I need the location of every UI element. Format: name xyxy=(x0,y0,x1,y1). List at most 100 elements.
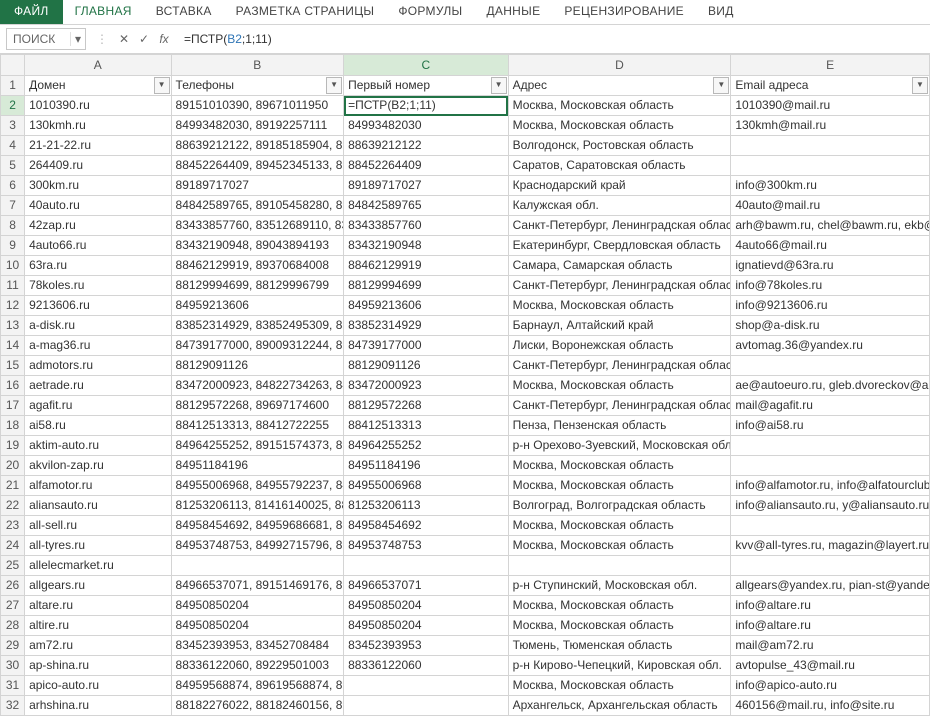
cell[interactable]: 88129994699 xyxy=(344,276,509,296)
cell[interactable]: Санкт-Петербург, Ленинградская облас xyxy=(508,276,731,296)
cell[interactable]: Самара, Самарская область xyxy=(508,256,731,276)
cell[interactable]: a-mag36.ru xyxy=(25,336,171,356)
col-header-d[interactable]: D xyxy=(508,55,731,76)
row-header[interactable]: 20 xyxy=(1,456,25,476)
cell[interactable]: Санкт-Петербург, Ленинградская облас xyxy=(508,356,731,376)
row-header[interactable]: 27 xyxy=(1,596,25,616)
cell[interactable]: allgears@yandex.ru, pian-st@yandex.r xyxy=(731,576,930,596)
cell[interactable]: 84950850204 xyxy=(171,616,344,636)
cell[interactable]: Волгоград, Волгоградская область xyxy=(508,496,731,516)
cell[interactable]: 40auto@mail.ru xyxy=(731,196,930,216)
cell[interactable]: 84966537071 xyxy=(344,576,509,596)
cell[interactable]: 88452264409 xyxy=(344,156,509,176)
cell[interactable]: 88336122060 xyxy=(344,656,509,676)
row-header[interactable]: 29 xyxy=(1,636,25,656)
cell[interactable]: aetrade.ru xyxy=(25,376,171,396)
cell[interactable]: 83433857760 xyxy=(344,216,509,236)
cell[interactable]: 460156@mail.ru, info@site.ru xyxy=(731,696,930,716)
row-header[interactable]: 2 xyxy=(1,96,25,116)
cell[interactable]: Москва, Московская область xyxy=(508,116,731,136)
cell[interactable]: 81253206113, 81416140025, 8884 xyxy=(171,496,344,516)
cell[interactable]: 83472000923, 84822734263, 8484 xyxy=(171,376,344,396)
cell[interactable]: 81253206113 xyxy=(344,496,509,516)
header-address[interactable]: Адрес ▼ xyxy=(508,76,731,96)
col-header-b[interactable]: B xyxy=(171,55,344,76)
row-header[interactable]: 15 xyxy=(1,356,25,376)
cell[interactable]: 88412513313, 88412722255 xyxy=(171,416,344,436)
filter-icon[interactable]: ▼ xyxy=(326,77,342,94)
ribbon-tab-insert[interactable]: ВСТАВКА xyxy=(144,0,224,24)
cell[interactable]: info@apico-auto.ru xyxy=(731,676,930,696)
cell[interactable]: ae@autoeuro.ru, gleb.dvoreckov@aut xyxy=(731,376,930,396)
name-box[interactable]: ПОИСК ▾ xyxy=(6,28,86,50)
row-header[interactable]: 11 xyxy=(1,276,25,296)
filter-icon[interactable]: ▼ xyxy=(912,77,928,94)
cell[interactable]: Пенза, Пензенская область xyxy=(508,416,731,436)
cell[interactable]: 84966537071, 89151469176, 8999 xyxy=(171,576,344,596)
row-header[interactable]: 28 xyxy=(1,616,25,636)
cell[interactable]: avtopulse_43@mail.ru xyxy=(731,656,930,676)
cell[interactable]: 84958454692, 84959686681, 8800 xyxy=(171,516,344,536)
cell[interactable] xyxy=(731,456,930,476)
row-header[interactable]: 19 xyxy=(1,436,25,456)
ribbon-tab-page-layout[interactable]: РАЗМЕТКА СТРАНИЦЫ xyxy=(224,0,387,24)
filter-icon[interactable]: ▼ xyxy=(154,77,170,94)
cell[interactable]: all-tyres.ru xyxy=(25,536,171,556)
cell[interactable]: Москва, Московская область xyxy=(508,596,731,616)
cell[interactable]: 4auto66.ru xyxy=(25,236,171,256)
cell[interactable]: 88452264409, 89452345133, 8902 xyxy=(171,156,344,176)
row-header[interactable]: 23 xyxy=(1,516,25,536)
cell[interactable]: 84993482030, 89192257111 xyxy=(171,116,344,136)
cell[interactable]: 264409.ru xyxy=(25,156,171,176)
cell[interactable] xyxy=(171,556,344,576)
cell[interactable]: allelecmarket.ru xyxy=(25,556,171,576)
header-first-number[interactable]: Первый номер ▼ xyxy=(344,76,509,96)
cell[interactable]: 84950850204 xyxy=(171,596,344,616)
cell[interactable]: ignatievd@63ra.ru xyxy=(731,256,930,276)
ribbon-tab-home[interactable]: ГЛАВНАЯ xyxy=(63,0,144,24)
row-header[interactable]: 25 xyxy=(1,556,25,576)
cell[interactable] xyxy=(344,676,509,696)
cell[interactable]: ai58.ru xyxy=(25,416,171,436)
cell[interactable]: 84951184196 xyxy=(344,456,509,476)
cell[interactable]: 83852314929, 83852495309, 8385 xyxy=(171,316,344,336)
cell[interactable]: 88129572268, 89697174600 xyxy=(171,396,344,416)
row-header[interactable]: 24 xyxy=(1,536,25,556)
cell[interactable]: Саратов, Саратовская область xyxy=(508,156,731,176)
fx-icon[interactable]: fx xyxy=(154,32,174,46)
cell[interactable]: info@78koles.ru xyxy=(731,276,930,296)
cell[interactable]: info@ai58.ru xyxy=(731,416,930,436)
col-header-c[interactable]: C xyxy=(344,55,509,76)
cell[interactable]: 42zap.ru xyxy=(25,216,171,236)
row-header[interactable]: 8 xyxy=(1,216,25,236)
cell[interactable] xyxy=(344,556,509,576)
cell[interactable]: Екатеринбург, Свердловская область xyxy=(508,236,731,256)
row-header[interactable]: 14 xyxy=(1,336,25,356)
cell[interactable]: altare.ru xyxy=(25,596,171,616)
select-all-corner[interactable] xyxy=(1,55,25,76)
cell[interactable]: info@9213606.ru xyxy=(731,296,930,316)
cell[interactable]: 84964255252, 89151574373, 8964 xyxy=(171,436,344,456)
cell[interactable] xyxy=(731,136,930,156)
cell[interactable]: 88129572268 xyxy=(344,396,509,416)
cell[interactable]: aliansauto.ru xyxy=(25,496,171,516)
cell[interactable]: altire.ru xyxy=(25,616,171,636)
cell[interactable]: akvilon-zap.ru xyxy=(25,456,171,476)
cell[interactable]: 84842589765 xyxy=(344,196,509,216)
cell[interactable]: Москва, Московская область xyxy=(508,536,731,556)
cell[interactable]: 83432190948 xyxy=(344,236,509,256)
cell[interactable]: Санкт-Петербург, Ленинградская облас xyxy=(508,216,731,236)
cell[interactable]: Волгодонск, Ростовская область xyxy=(508,136,731,156)
cell[interactable]: Москва, Московская область xyxy=(508,296,731,316)
row-header[interactable]: 13 xyxy=(1,316,25,336)
cell[interactable]: apico-auto.ru xyxy=(25,676,171,696)
row-header[interactable]: 5 xyxy=(1,156,25,176)
cell[interactable] xyxy=(731,436,930,456)
cell[interactable]: 300km.ru xyxy=(25,176,171,196)
cell[interactable]: all-sell.ru xyxy=(25,516,171,536)
cell[interactable]: 84953748753 xyxy=(344,536,509,556)
row-header[interactable]: 31 xyxy=(1,676,25,696)
cell[interactable]: 88129994699, 88129996799 xyxy=(171,276,344,296)
cell[interactable]: Москва, Московская область xyxy=(508,376,731,396)
cell[interactable]: 83452393953, 83452708484 xyxy=(171,636,344,656)
